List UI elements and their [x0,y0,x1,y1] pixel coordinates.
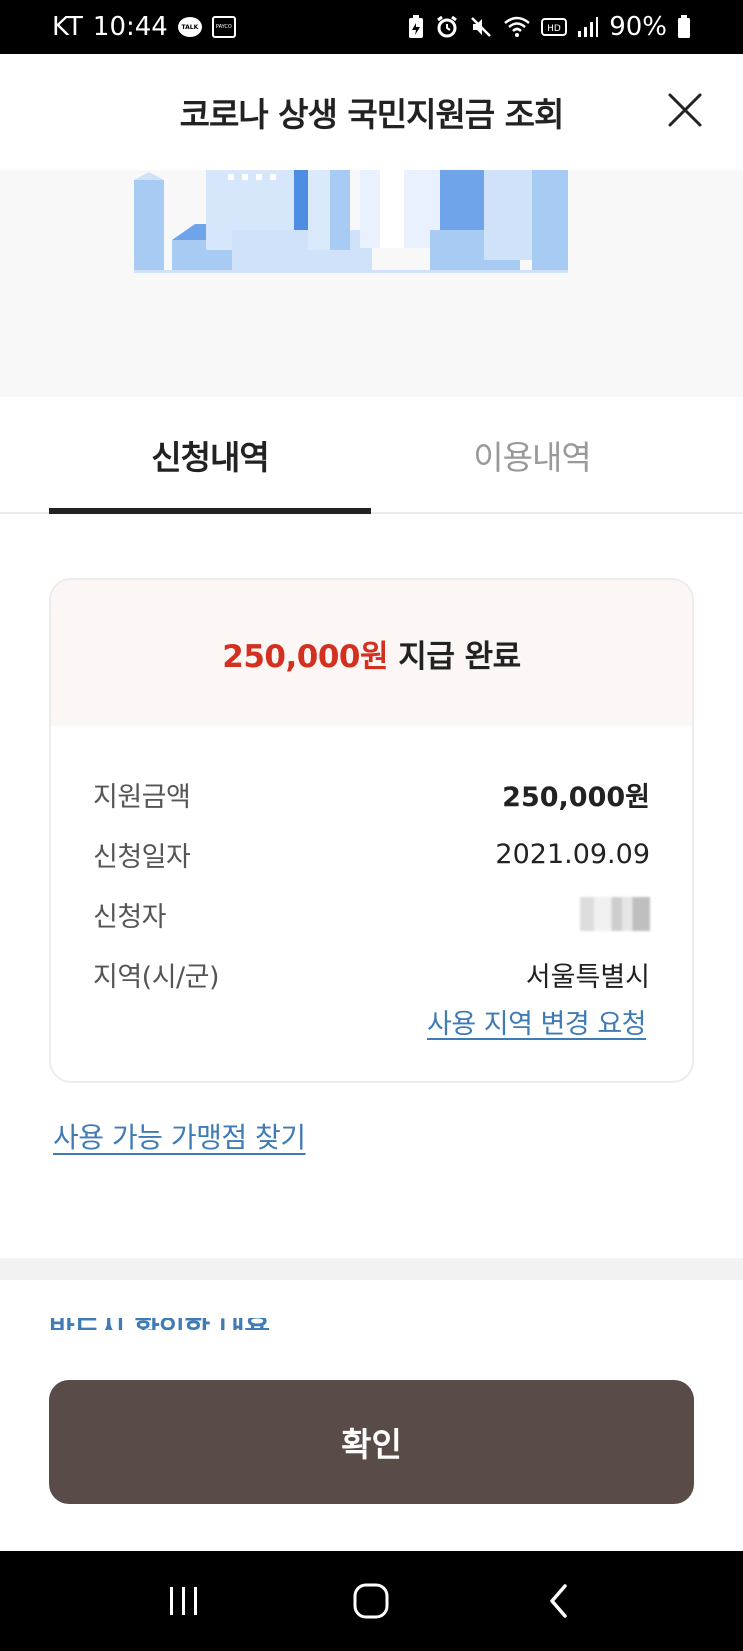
recent-apps-button[interactable] [154,1571,214,1631]
kakaotalk-icon: TALK [177,17,202,37]
tab-applications[interactable]: 신청내역 [49,397,371,514]
applicant-name-redacted [580,897,650,931]
status-amount: 250,000원 [222,638,389,675]
status-bar-right: HD 90% [407,12,691,42]
hd-voice-icon: HD [541,17,568,37]
status-text: 지급 완료 [388,638,521,675]
detail-row-amount: 지원금액 250,000원 [93,764,650,824]
tab-usage[interactable]: 이용내역 [371,397,693,512]
support-fund-card: 250,000원 지급 완료 지원금액 250,000원 신청일자 2021.0… [49,578,694,1083]
payment-status-banner: 250,000원 지급 완료 [51,580,692,726]
app-screen: KT 10:44 TALK PAYCO HD 90% 코로나 상생 국민지원금 … [0,0,743,1651]
notice-heading-peek: 반드시 확인할 내용 [49,1318,449,1330]
detail-label: 지원금액 [93,781,191,813]
svg-text:HD: HD [547,24,561,34]
change-region-link[interactable]: 사용 지역 변경 요청 [51,1002,692,1041]
notice-heading: 반드시 확인할 내용 [49,1318,449,1330]
page-header: 코로나 상생 국민지원금 조회 [0,54,743,170]
confirm-button[interactable]: 확인 [49,1380,694,1504]
battery-icon [677,15,691,39]
mute-icon [469,15,493,39]
status-bar-left: KT 10:44 TALK PAYCO [52,12,236,42]
detail-value: 서울특별시 [525,961,650,993]
bottom-fade [0,1330,743,1370]
back-button[interactable] [529,1571,589,1631]
system-nav-bar [0,1551,743,1651]
back-icon [550,1584,567,1618]
detail-value: 250,000원 [502,781,650,813]
recent-apps-icon [169,1587,197,1615]
close-button[interactable] [665,90,705,130]
alarm-icon [435,15,459,39]
home-button[interactable] [341,1571,401,1631]
detail-label: 신청일자 [93,841,191,873]
detail-row-date: 신청일자 2021.09.09 [93,824,650,884]
payco-label: PAYCO [211,16,236,38]
battery-saver-icon [407,15,425,39]
page-title: 코로나 상생 국민지원금 조회 [179,95,565,134]
banner-illustration [0,170,743,397]
detail-row-applicant: 신청자 [93,884,650,944]
clock: 10:44 [92,12,168,42]
kakaotalk-label: TALK [177,17,202,37]
close-icon [668,93,702,127]
details-list: 지원금액 250,000원 신청일자 2021.09.09 신청자 지역(시/군… [51,726,692,1004]
signal-icon [577,16,599,38]
battery-percent: 90% [609,12,667,42]
payco-icon: PAYCO [211,16,236,38]
carrier-label: KT [52,12,83,42]
section-divider [0,1258,743,1280]
detail-row-region: 지역(시/군) 서울특별시 [93,944,650,1004]
detail-value: 2021.09.09 [495,838,650,870]
find-stores-link[interactable]: 사용 가능 가맹점 찾기 [53,1116,306,1156]
tab-bar: 신청내역 이용내역 [0,397,743,514]
detail-label: 신청자 [93,901,167,933]
wifi-icon [503,15,531,39]
status-bar: KT 10:44 TALK PAYCO HD 90% [0,0,743,54]
home-icon [353,1583,389,1619]
city-buildings-illustration [134,170,568,273]
detail-label: 지역(시/군) [93,961,220,993]
